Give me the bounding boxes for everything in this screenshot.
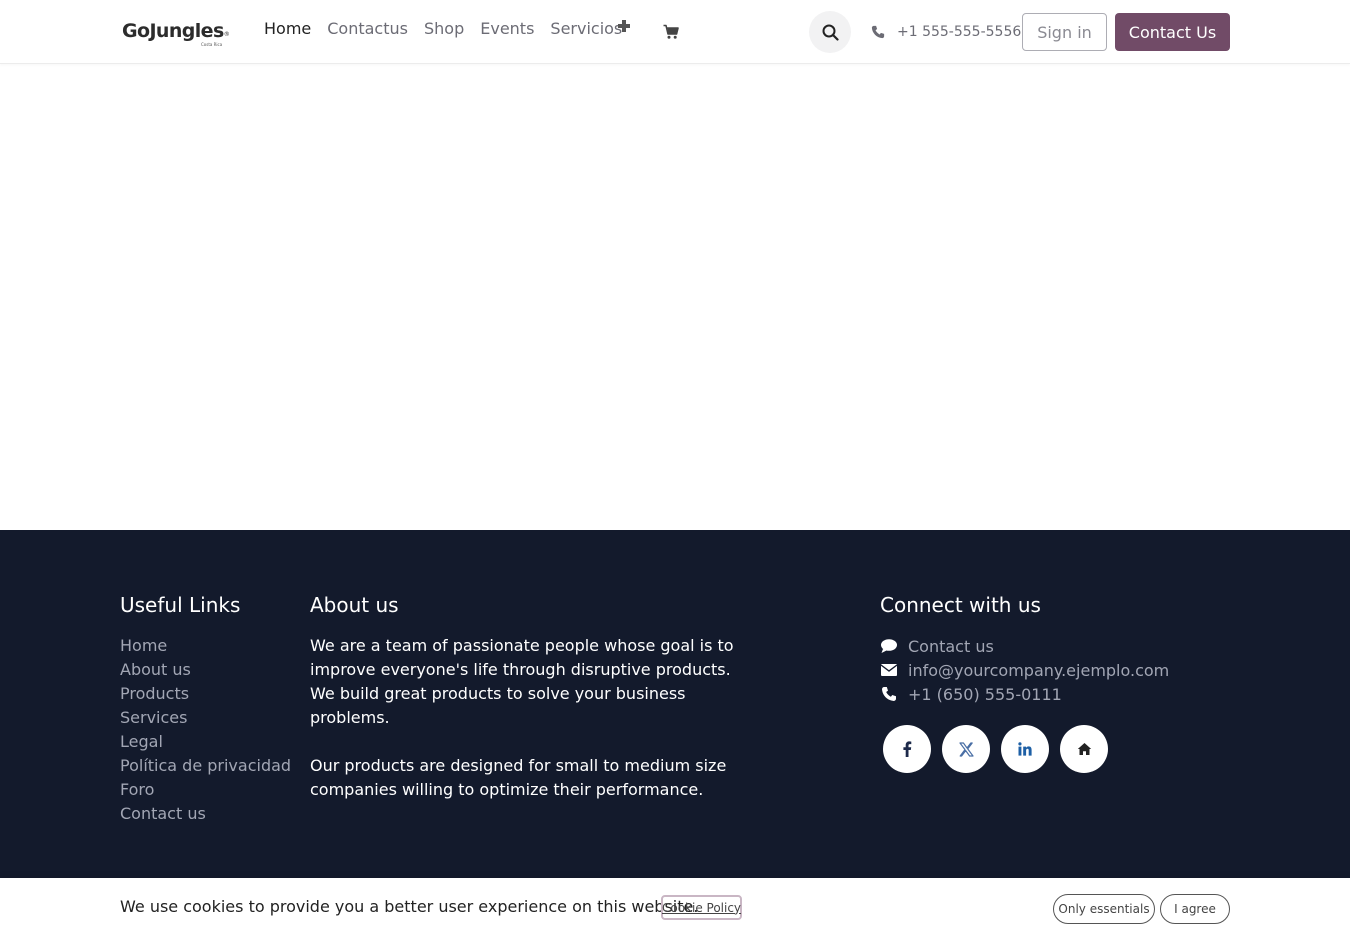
connect-email-link[interactable]: info@yourcompany.ejemplo.com [880, 658, 1169, 682]
x-button[interactable] [942, 725, 990, 773]
about-title: About us [310, 593, 399, 617]
x-icon [958, 741, 974, 757]
home-icon [1077, 743, 1091, 755]
cookie-policy-link[interactable]: Cookie Policy [661, 895, 742, 920]
home-button[interactable] [1060, 725, 1108, 773]
cookie-message: We use cookies to provide you a better u… [120, 897, 699, 916]
useful-links-title: Useful Links [120, 593, 241, 617]
footer-link-contact[interactable]: Contact us [120, 802, 291, 826]
logo-subtitle: Costa Rica [201, 42, 223, 47]
connect-email: info@yourcompany.ejemplo.com [908, 660, 1170, 680]
connect-title: Connect with us [880, 593, 1041, 617]
contact-us-button[interactable]: Contact Us [1115, 13, 1230, 51]
footer-link-about[interactable]: About us [120, 658, 291, 682]
header-phone-link[interactable]: +1 555-555-5556 [871, 22, 1021, 42]
header-phone: +1 555-555-5556 [897, 24, 1022, 40]
connect-contact-link[interactable]: Contact us [880, 634, 1169, 658]
connect-contact: Contact us [908, 636, 994, 656]
phone-icon [871, 25, 885, 39]
envelope-icon [880, 664, 898, 676]
phone-icon [882, 687, 896, 701]
site-header: GoJungles® Costa Rica Home Contactus Sho… [0, 0, 1350, 64]
agree-button[interactable]: I agree [1160, 894, 1230, 924]
nav-home[interactable]: Home [264, 18, 311, 40]
search-icon [822, 24, 839, 41]
main-nav: Home Contactus Shop Events Servicios [264, 18, 638, 40]
search-button[interactable] [809, 11, 851, 53]
chat-icon [881, 639, 897, 653]
cookie-bar: We use cookies to provide you a better u… [0, 878, 1350, 940]
useful-links-list: Home About us Products Services Legal Po… [120, 634, 291, 826]
linkedin-icon [1018, 742, 1032, 756]
linkedin-button[interactable] [1001, 725, 1049, 773]
nav-contactus[interactable]: Contactus [327, 18, 408, 40]
nav-shop[interactable]: Shop [424, 18, 464, 40]
cart-icon[interactable] [663, 24, 679, 40]
about-text: We are a team of passionate people whose… [310, 634, 760, 802]
footer-link-products[interactable]: Products [120, 682, 291, 706]
plus-icon[interactable] [617, 19, 631, 33]
only-essentials-button[interactable]: Only essentials [1053, 894, 1155, 924]
footer-link-forum[interactable]: Foro [120, 778, 291, 802]
facebook-icon [903, 741, 912, 757]
logo-mark: ® [223, 31, 230, 38]
connect-phone: +1 (650) 555-0111 [908, 684, 1062, 704]
connect-phone-link[interactable]: +1 (650) 555-0111 [880, 682, 1169, 706]
logo[interactable]: GoJungles® Costa Rica [122, 18, 234, 50]
social-links [883, 725, 1119, 773]
logo-text: GoJungles [122, 20, 224, 42]
nav-events[interactable]: Events [480, 18, 534, 40]
footer-link-services[interactable]: Services [120, 706, 291, 730]
connect-list: Contact us info@yourcompany.ejemplo.com … [880, 634, 1169, 706]
footer-link-privacy[interactable]: Política de privacidad [120, 754, 291, 778]
footer-link-legal[interactable]: Legal [120, 730, 291, 754]
facebook-button[interactable] [883, 725, 931, 773]
about-paragraph-1: We are a team of passionate people whose… [310, 636, 734, 727]
footer-link-home[interactable]: Home [120, 634, 291, 658]
about-paragraph-2: Our products are designed for small to m… [310, 756, 727, 799]
sign-in-button[interactable]: Sign in [1022, 13, 1107, 51]
nav-servicios[interactable]: Servicios [550, 18, 622, 40]
